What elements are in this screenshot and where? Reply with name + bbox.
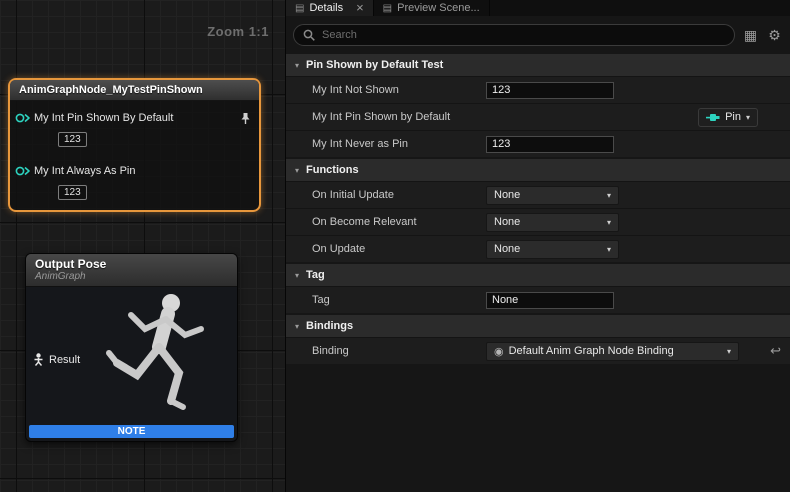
int-pin-icon[interactable] [12, 112, 31, 124]
row-on-initial-update: On Initial Update None ▾ [286, 181, 790, 208]
mannequin-figure [75, 287, 235, 423]
pin-visibility-combo[interactable]: Pin ▾ [698, 108, 758, 127]
search-row: ▦ ⚙ [286, 16, 790, 54]
pin-value-field[interactable]: 123 [58, 132, 87, 147]
preview-scene-tab-icon: ▤ [383, 3, 392, 14]
pin-label: My Int Always As Pin [34, 165, 135, 177]
note-badge[interactable]: NOTE [29, 425, 234, 438]
row-on-become-relevant: On Become Relevant None ▾ [286, 208, 790, 235]
node-subtitle: AnimGraph [35, 271, 228, 282]
node-title[interactable]: AnimGraphNode_MyTestPinShown [10, 80, 259, 101]
tab-preview-scene[interactable]: ▤ Preview Scene... [374, 0, 490, 16]
row-my-int-pin-shown-by-default: My Int Pin Shown by Default Pin ▾ [286, 103, 790, 130]
node-title: Output Pose [35, 257, 228, 271]
pin-icon [706, 113, 720, 122]
search-input[interactable] [293, 24, 735, 46]
row-binding: Binding ◉ Default Anim Graph Node Bindin… [286, 337, 790, 364]
unreal-editor-window: Zoom 1:1 AnimGraphNode_MyTestPinShown My… [0, 0, 790, 492]
tab-label: Details [309, 2, 343, 14]
details-tab-icon: ▤ [295, 3, 304, 14]
chevron-down-icon[interactable]: ▾ [295, 322, 299, 331]
anim-graph-test-node[interactable]: AnimGraphNode_MyTestPinShown My Int Pin … [8, 78, 261, 212]
chevron-down-icon: ▾ [607, 218, 611, 227]
search-text-field[interactable] [322, 29, 725, 41]
my-int-never-as-pin-input[interactable] [486, 136, 614, 153]
details-panel: ▤ Details × ▤ Preview Scene... ▦ ⚙ [285, 0, 790, 492]
chevron-down-icon: ▾ [727, 347, 731, 356]
pin-value-row: 123 [58, 129, 259, 147]
reset-to-default-icon[interactable]: ↩ [770, 343, 781, 359]
category-bindings[interactable]: ▾ Bindings [286, 315, 790, 337]
node-header[interactable]: Output Pose AnimGraph [26, 254, 237, 287]
on-become-relevant-dropdown[interactable]: None ▾ [486, 213, 619, 232]
int-pin-icon[interactable] [12, 165, 31, 177]
chevron-down-icon[interactable]: ▾ [295, 166, 299, 175]
on-initial-update-dropdown[interactable]: None ▾ [486, 186, 619, 205]
display-columns-icon[interactable]: ▦ [742, 27, 759, 44]
result-pin-row[interactable]: Result [33, 353, 80, 366]
chevron-down-icon: ▾ [746, 113, 750, 122]
row-on-update: On Update None ▾ [286, 235, 790, 262]
my-int-not-shown-input[interactable] [486, 82, 614, 99]
node-body: My Int Pin Shown By Default 123 My Int A… [10, 101, 259, 210]
category-tag[interactable]: ▾ Tag [286, 264, 790, 286]
search-icon [303, 29, 315, 41]
property-list: ▾ Pin Shown by Default Test My Int Not S… [286, 54, 790, 492]
chevron-down-icon: ▾ [607, 191, 611, 200]
row-my-int-never-as-pin: My Int Never as Pin [286, 130, 790, 157]
tag-input[interactable] [486, 292, 614, 309]
category-functions[interactable]: ▾ Functions [286, 159, 790, 181]
pushpin-icon[interactable] [240, 112, 251, 125]
output-pose-node[interactable]: Output Pose AnimGraph [25, 253, 238, 442]
pin-label: My Int Pin Shown By Default [34, 112, 173, 124]
category-pin-shown-by-default-test[interactable]: ▾ Pin Shown by Default Test [286, 54, 790, 76]
result-pin-label: Result [49, 354, 80, 366]
on-update-dropdown[interactable]: None ▾ [486, 240, 619, 259]
chevron-down-icon[interactable]: ▾ [295, 271, 299, 280]
pose-pin-icon [33, 353, 44, 366]
chevron-down-icon[interactable]: ▾ [295, 61, 299, 70]
binding-dropdown[interactable]: ◉ Default Anim Graph Node Binding ▾ [486, 342, 739, 361]
zoom-level: Zoom 1:1 [207, 24, 269, 39]
pin-value-row: 123 [58, 182, 259, 200]
anim-graph-canvas[interactable]: Zoom 1:1 AnimGraphNode_MyTestPinShown My… [0, 0, 285, 492]
chevron-down-icon: ▾ [607, 245, 611, 254]
tab-details[interactable]: ▤ Details × [286, 0, 374, 16]
pin-row: My Int Pin Shown By Default [10, 109, 259, 127]
settings-gear-icon[interactable]: ⚙ [766, 27, 783, 44]
node-body: Result [26, 287, 237, 423]
pin-value-field[interactable]: 123 [58, 185, 87, 200]
row-tag: Tag [286, 286, 790, 313]
close-icon[interactable]: × [356, 3, 364, 13]
tab-label: Preview Scene... [397, 2, 480, 14]
binding-icon: ◉ [494, 345, 504, 358]
tab-bar: ▤ Details × ▤ Preview Scene... [286, 0, 790, 16]
pin-row: My Int Always As Pin [10, 162, 259, 180]
row-my-int-not-shown: My Int Not Shown [286, 76, 790, 103]
